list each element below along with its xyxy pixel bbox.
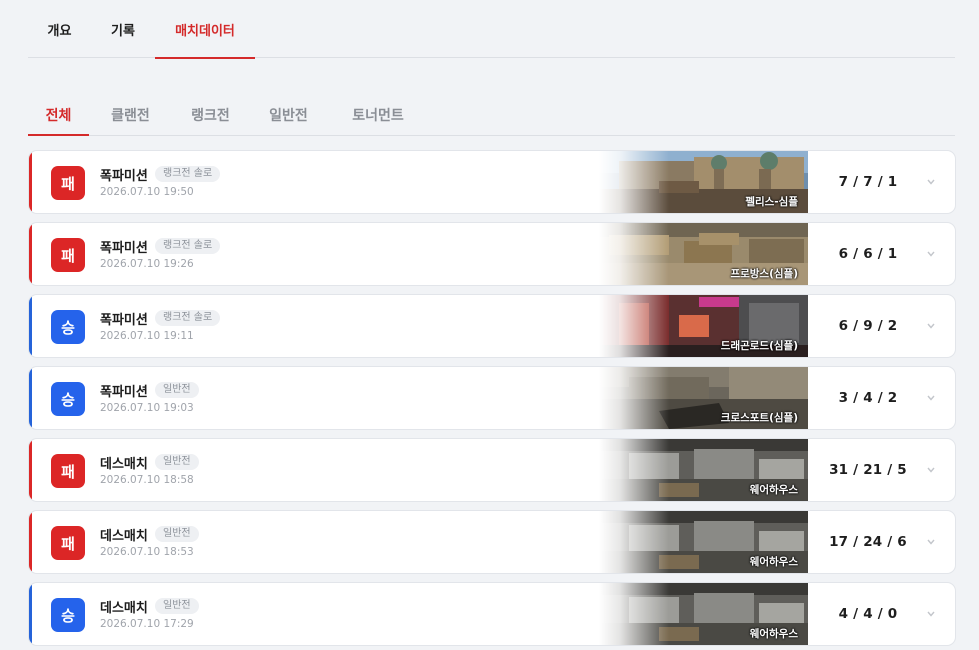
chevron-down-icon[interactable] <box>927 539 935 545</box>
result-badge: 패 <box>51 238 85 272</box>
result-badge: 패 <box>51 454 85 488</box>
result-badge: 승 <box>51 598 85 632</box>
result-badge: 승 <box>51 310 85 344</box>
top-tab-bar: 개요 기록 매치데이터 <box>28 0 955 59</box>
map-thumbnail: 펠리스-심플 <box>599 151 808 213</box>
result-badge: 승 <box>51 382 85 416</box>
match-type-tag: 일반전 <box>155 526 199 542</box>
tab-match-data[interactable]: 매치데이터 <box>155 0 255 59</box>
match-row[interactable]: 승 데스매치 일반전 2026.07.10 17:29 웨어하우스 4 / 4 … <box>28 582 956 646</box>
kda-score: 6 / 6 / 1 <box>838 246 898 262</box>
match-date: 2026.07.10 17:29 <box>100 618 194 630</box>
map-thumbnail: 드래곤로드(심플) <box>599 295 808 357</box>
result-badge: 패 <box>51 166 85 200</box>
map-name: 웨어하우스 <box>749 484 798 496</box>
map-thumbnail: 웨어하우스 <box>599 511 808 573</box>
result-indicator-bar <box>29 511 32 573</box>
result-indicator-bar <box>29 367 32 429</box>
match-row[interactable]: 패 폭파미션 랭크전 솔로 2026.07.10 19:26 프로방스(심플) … <box>28 222 956 286</box>
result-indicator-bar <box>29 151 32 213</box>
kda-score: 6 / 9 / 2 <box>838 318 898 334</box>
kda-score: 7 / 7 / 1 <box>838 174 898 190</box>
result-indicator-bar <box>29 583 32 645</box>
map-name: 드래곤로드(심플) <box>720 340 798 352</box>
match-row[interactable]: 승 폭파미션 일반전 2026.07.10 19:03 크로스포트(심플) 3 … <box>28 366 956 430</box>
match-type-tag: 일반전 <box>155 382 199 398</box>
kda-score: 4 / 4 / 0 <box>838 606 898 622</box>
chevron-down-icon[interactable] <box>927 611 935 617</box>
kda-score: 17 / 24 / 6 <box>829 534 907 550</box>
game-mode: 폭파미션 <box>100 385 148 400</box>
match-type-tag: 일반전 <box>155 454 199 470</box>
match-date: 2026.07.10 19:11 <box>100 330 194 342</box>
match-date: 2026.07.10 19:50 <box>100 186 194 198</box>
map-name: 크로스포트(심플) <box>720 412 798 424</box>
game-mode: 폭파미션 <box>100 169 148 184</box>
match-type-tag: 랭크전 솔로 <box>155 166 221 182</box>
kda-score: 31 / 21 / 5 <box>829 462 907 478</box>
chevron-down-icon[interactable] <box>927 467 935 473</box>
match-type-tag: 일반전 <box>155 598 199 614</box>
match-date: 2026.07.10 19:03 <box>100 402 194 414</box>
match-date: 2026.07.10 18:53 <box>100 546 194 558</box>
map-name: 웨어하우스 <box>749 628 798 640</box>
match-row[interactable]: 패 폭파미션 랭크전 솔로 2026.07.10 19:50 펠리스-심플 7 … <box>28 150 956 214</box>
map-thumbnail: 웨어하우스 <box>599 439 808 501</box>
tab-overview[interactable]: 개요 <box>28 0 91 58</box>
filter-tab-clan[interactable]: 클랜전 <box>98 95 163 135</box>
kda-score: 3 / 4 / 2 <box>838 390 898 406</box>
game-mode: 데스매치 <box>100 457 148 472</box>
match-row[interactable]: 승 폭파미션 랭크전 솔로 2026.07.10 19:11 드래곤로드(심플)… <box>28 294 956 358</box>
match-row[interactable]: 패 데스매치 일반전 2026.07.10 18:58 웨어하우스 31 / 2… <box>28 438 956 502</box>
map-thumbnail: 크로스포트(심플) <box>599 367 808 429</box>
filter-tab-normal[interactable]: 일반전 <box>256 95 321 135</box>
match-date: 2026.07.10 18:58 <box>100 474 194 486</box>
chevron-down-icon[interactable] <box>927 179 935 185</box>
match-list: 패 폭파미션 랭크전 솔로 2026.07.10 19:50 펠리스-심플 7 … <box>28 150 956 650</box>
sub-tab-bar: 전체 클랜전 랭크전 일반전 토너먼트 <box>28 95 955 136</box>
game-mode: 폭파미션 <box>100 313 148 328</box>
match-row[interactable]: 패 데스매치 일반전 2026.07.10 18:53 웨어하우스 17 / 2… <box>28 510 956 574</box>
result-indicator-bar <box>29 223 32 285</box>
map-thumbnail: 프로방스(심플) <box>599 223 808 285</box>
chevron-down-icon[interactable] <box>927 323 935 329</box>
tab-records[interactable]: 기록 <box>91 0 155 58</box>
chevron-down-icon[interactable] <box>927 395 935 401</box>
game-mode: 데스매치 <box>100 601 148 616</box>
map-name: 펠리스-심플 <box>745 196 798 208</box>
filter-tab-ranked[interactable]: 랭크전 <box>178 95 243 135</box>
result-badge: 패 <box>51 526 85 560</box>
map-thumbnail: 웨어하우스 <box>599 583 808 645</box>
match-date: 2026.07.10 19:26 <box>100 258 194 270</box>
game-mode: 데스매치 <box>100 529 148 544</box>
match-type-tag: 랭크전 솔로 <box>155 310 221 326</box>
map-name: 웨어하우스 <box>749 556 798 568</box>
filter-tab-tournament[interactable]: 토너먼트 <box>338 95 418 135</box>
chevron-down-icon[interactable] <box>927 251 935 257</box>
filter-tab-all[interactable]: 전체 <box>28 95 89 136</box>
result-indicator-bar <box>29 295 32 357</box>
match-type-tag: 랭크전 솔로 <box>155 238 221 254</box>
result-indicator-bar <box>29 439 32 501</box>
game-mode: 폭파미션 <box>100 241 148 256</box>
map-name: 프로방스(심플) <box>730 268 798 280</box>
